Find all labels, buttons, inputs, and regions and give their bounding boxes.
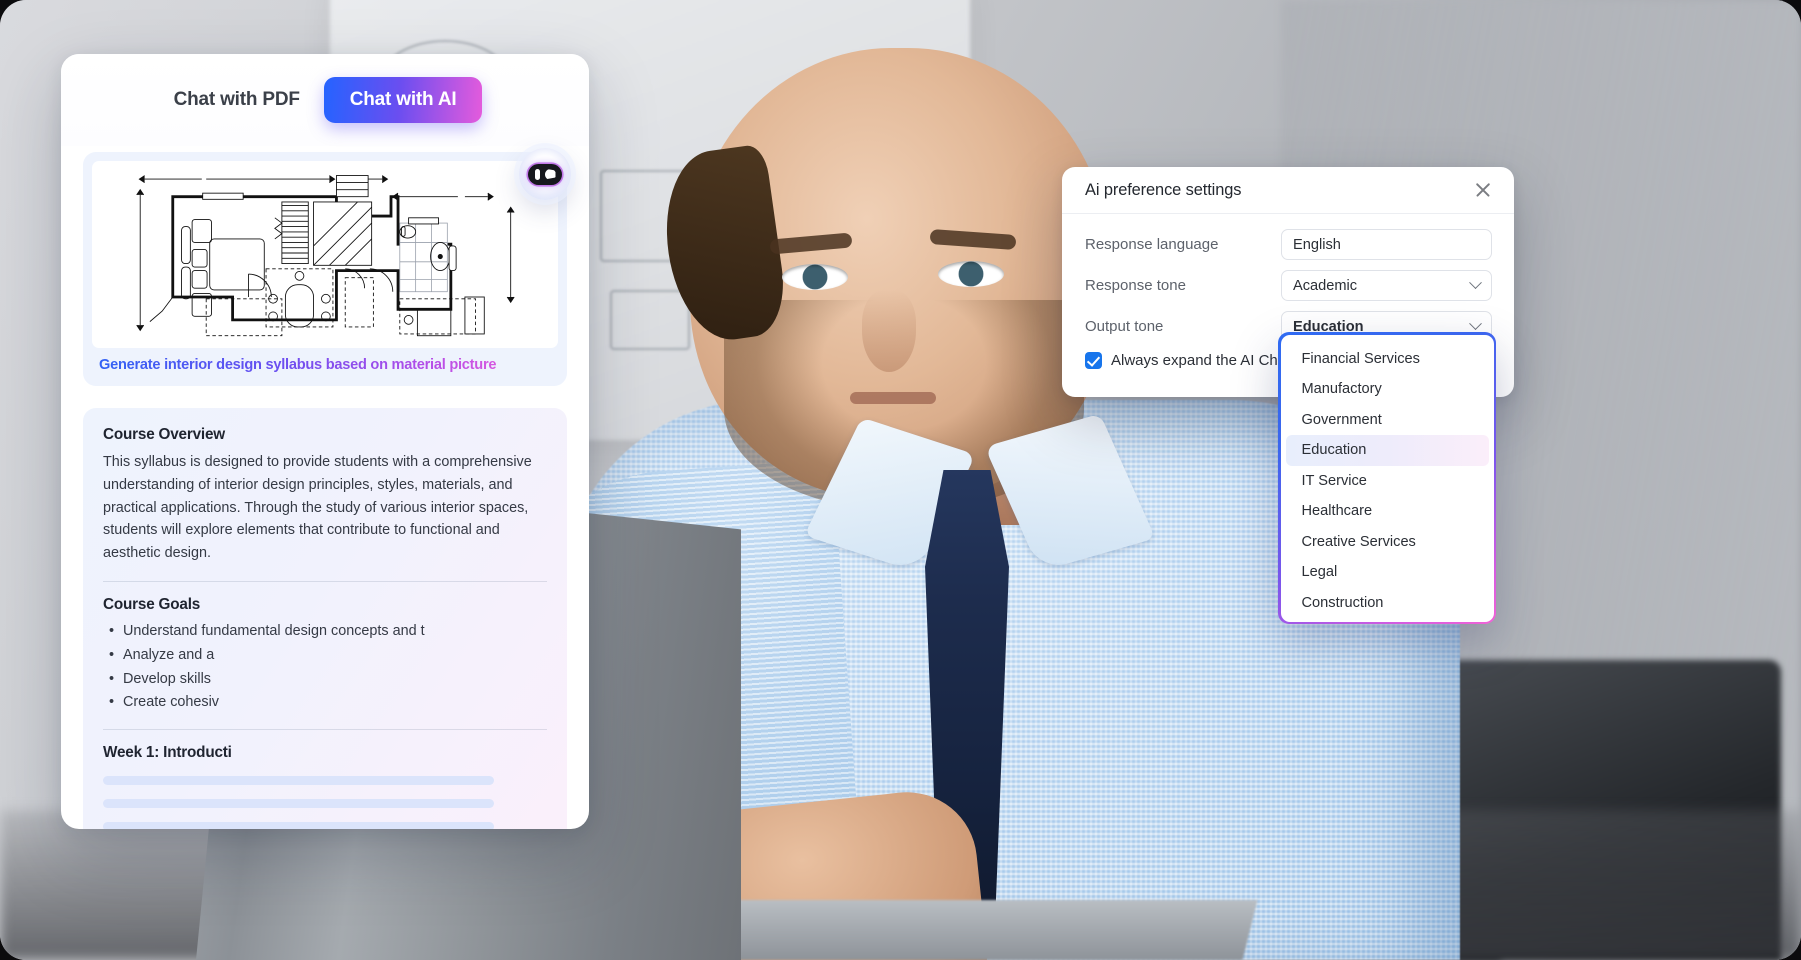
chevron-down-icon	[1469, 276, 1482, 290]
chevron-down-icon	[1469, 317, 1482, 331]
chat-tab-bar: Chat with PDF Chat with AI	[61, 54, 589, 146]
list-item: Understand fundamental design concepts a…	[103, 621, 547, 642]
ai-chat-panel: Chat with PDF Chat with AI Generate inte…	[61, 54, 589, 829]
image-prompt-caption: Generate interior design syllabus based …	[92, 348, 558, 386]
dropdown-option-legal[interactable]: Legal	[1286, 557, 1489, 588]
ai-robot-face-icon[interactable]	[519, 148, 571, 200]
checkbox-label: Always expand the AI Chat	[1111, 352, 1291, 369]
ai-eye-right	[544, 168, 556, 180]
person-nose	[862, 290, 916, 372]
course-goals-list: Understand fundamental design concepts a…	[103, 621, 547, 714]
setting-row-response-language: Response language English	[1085, 229, 1492, 260]
setting-label: Response tone	[1085, 277, 1186, 294]
dropdown-list: Financial Services Manufactory Governmen…	[1280, 334, 1494, 622]
person-eye	[938, 261, 1004, 287]
setting-value: English	[1293, 236, 1341, 253]
ai-answer-card: Course Overview This syllabus is designe…	[83, 408, 567, 829]
week-heading: Week 1: Introducti	[103, 744, 232, 762]
attached-image-card: Generate interior design syllabus based …	[83, 152, 567, 386]
floorplan-drawing	[136, 175, 515, 337]
dropdown-option-manufactory[interactable]: Manufactory	[1286, 374, 1489, 405]
dropdown-option-construction[interactable]: Construction	[1286, 588, 1489, 619]
dropdown-option-it-service[interactable]: IT Service	[1286, 466, 1489, 497]
chat-message-area: Generate interior design syllabus based …	[61, 152, 589, 829]
course-overview-text: This syllabus is designed to provide stu…	[103, 454, 532, 561]
response-tone-select[interactable]: Academic	[1281, 270, 1492, 301]
skeleton-line	[103, 822, 494, 829]
setting-label: Response language	[1085, 236, 1219, 253]
answer-divider	[103, 580, 547, 582]
output-tone-dropdown: Financial Services Manufactory Governmen…	[1278, 332, 1496, 624]
always-expand-checkbox[interactable]	[1085, 352, 1102, 369]
list-item: Create cohesiv	[103, 692, 547, 713]
setting-value: Academic	[1293, 277, 1358, 294]
course-goals-heading: Course Goals	[103, 595, 201, 613]
course-overview-heading: Course Overview	[103, 426, 225, 443]
floorplan-image	[92, 161, 558, 348]
dialog-header: Ai preference settings	[1062, 167, 1514, 214]
skeleton-line	[103, 776, 494, 786]
ai-eye-left	[534, 168, 540, 180]
person-mouth	[850, 392, 936, 404]
dropdown-option-financial-services[interactable]: Financial Services	[1286, 344, 1489, 375]
dropdown-option-education[interactable]: Education	[1285, 435, 1489, 466]
tab-chat-with-ai[interactable]: Chat with AI	[323, 77, 483, 123]
dropdown-option-creative-services[interactable]: Creative Services	[1286, 527, 1489, 558]
ai-face	[528, 163, 562, 185]
close-icon[interactable]	[1472, 179, 1494, 201]
response-language-input[interactable]: English	[1281, 229, 1492, 260]
answer-divider	[103, 729, 547, 731]
list-item: Develop skills	[103, 669, 547, 690]
person-eye	[782, 264, 848, 290]
screenshot-root: Chat with PDF Chat with AI Generate inte…	[0, 0, 1801, 960]
laptop-base	[682, 900, 1258, 960]
dropdown-option-government[interactable]: Government	[1286, 405, 1489, 436]
tab-chat-with-pdf[interactable]: Chat with PDF	[168, 78, 306, 122]
dropdown-option-healthcare[interactable]: Healthcare	[1286, 496, 1489, 527]
skeleton-line	[103, 799, 494, 809]
list-item: Analyze and a	[103, 645, 547, 666]
whiteboard-mark	[610, 290, 690, 350]
page-title: Ai preference settings	[1085, 180, 1242, 199]
setting-label: Output tone	[1085, 318, 1164, 335]
setting-row-response-tone: Response tone Academic	[1085, 270, 1492, 301]
